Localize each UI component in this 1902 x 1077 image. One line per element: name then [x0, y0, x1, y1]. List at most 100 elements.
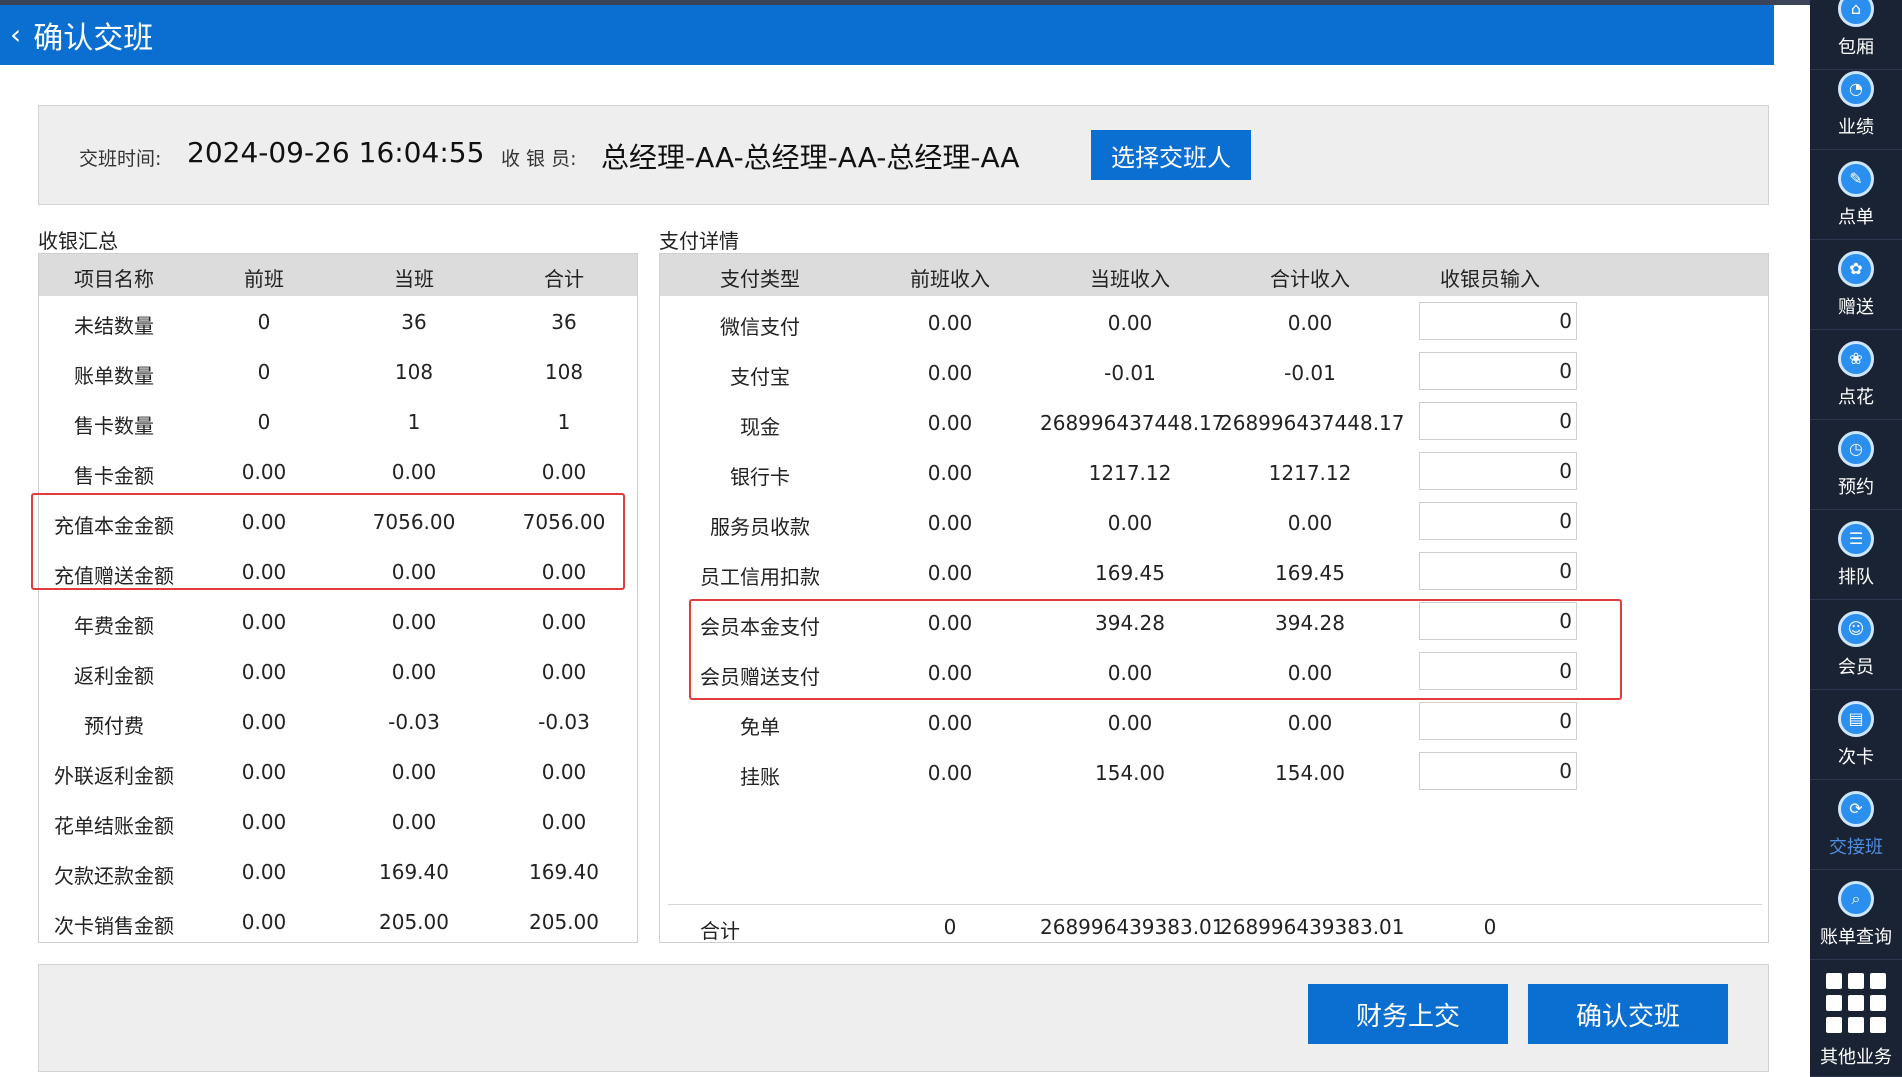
summary-cell: 0.00: [241, 760, 287, 784]
payment-cell: 0.00: [1107, 711, 1153, 735]
confirm-shift-button[interactable]: 确认交班: [1528, 984, 1728, 1044]
payment-header-3: 合计收入: [1270, 267, 1350, 291]
payment-cell: 169.45: [1275, 561, 1345, 585]
summary-cell: 预付费: [84, 714, 144, 738]
page-header: ‹ 确认交班: [0, 5, 1774, 65]
sidebar-item-label: 会员: [1838, 656, 1874, 678]
sidebar-item-label: 包厢: [1838, 36, 1874, 58]
summary-cell: 账单数量: [74, 364, 154, 388]
payment-cell: 154.00: [1275, 761, 1345, 785]
sidebar-item-shift[interactable]: ⟳ 交接班: [1810, 780, 1902, 870]
summary-header-3: 合计: [544, 267, 584, 291]
sidebar-item-member[interactable]: ☺ 会员: [1810, 600, 1902, 690]
summary-cell: 0.00: [541, 810, 587, 834]
sidebar-item-label: 赠送: [1838, 296, 1874, 318]
summary-cell: 0.00: [541, 660, 587, 684]
payment-cell: 0.00: [1107, 311, 1153, 335]
payment-total-cell: 0: [1483, 915, 1497, 939]
grid-dot: [1826, 994, 1842, 1011]
back-icon[interactable]: ‹: [10, 21, 21, 49]
cashier-value: 总经理-AA-总经理-AA-总经理-AA: [601, 141, 1020, 174]
payment-cell: -0.01: [1284, 361, 1336, 385]
sidebar-item-label: 点花: [1838, 386, 1874, 408]
payment-cell: 现金: [740, 415, 780, 439]
payment-detail-table: 支付类型 前班收入 当班收入 合计收入 收银员输入 微信支付 0.00 0.00 0.00 0 支付…: [659, 253, 1769, 943]
summary-cell: 次卡销售金额: [54, 914, 174, 938]
sidebar-item-gift[interactable]: ✿ 赠送: [1810, 240, 1902, 330]
payment-cell: 免单: [740, 715, 780, 739]
sidebar-item-label: 其他业务: [1820, 1046, 1892, 1068]
summary-cell: 0: [257, 310, 271, 334]
summary-cell: 未结数量: [74, 314, 154, 338]
flower-icon: ❀: [1838, 340, 1874, 377]
sidebar-item-bill-search[interactable]: ⌕ 账单查询: [1810, 870, 1902, 960]
sidebar-item-pie-chart[interactable]: ◔ 业绩: [1810, 60, 1902, 150]
cashier-input[interactable]: 0: [1419, 302, 1577, 340]
grid-dot: [1826, 1016, 1842, 1033]
payment-header-2: 当班收入: [1090, 267, 1170, 291]
sidebar-item-queue[interactable]: ☰ 排队: [1810, 510, 1902, 600]
summary-cell: 0.00: [241, 910, 287, 934]
summary-cell: 0.00: [241, 710, 287, 734]
summary-cell: 售卡金额: [74, 464, 154, 488]
summary-cell: 外联返利金额: [54, 764, 174, 788]
payment-cell: 268996437448.17: [1040, 411, 1225, 435]
summary-cell: -0.03: [388, 710, 440, 734]
payment-title: 支付详情: [659, 229, 739, 253]
sidebar-item-flower[interactable]: ❀ 点花: [1810, 330, 1902, 420]
summary-cell: 0.00: [541, 460, 587, 484]
action-bar: 财务上交 确认交班: [38, 964, 1769, 1072]
sidebar-item-card[interactable]: ▤ 次卡: [1810, 690, 1902, 780]
payment-cell: 银行卡: [730, 465, 790, 489]
payment-header-4: 收银员输入: [1440, 267, 1540, 291]
payment-cell: 154.00: [1095, 761, 1165, 785]
gift-icon: ✿: [1838, 250, 1874, 287]
cashier-input[interactable]: 0: [1419, 752, 1577, 790]
grid-icon: [1826, 972, 1886, 1033]
payment-cell: 0.00: [1287, 511, 1333, 535]
summary-cell: 0.00: [541, 760, 587, 784]
summary-cell: 0.00: [241, 860, 287, 884]
shift-time-value: 2024-09-26 16:04:55: [187, 136, 485, 169]
grid-dot: [1870, 1016, 1886, 1033]
summary-cell: 0.00: [241, 810, 287, 834]
cashier-input[interactable]: 0: [1419, 502, 1577, 540]
sidebar-item-label: 点单: [1838, 206, 1874, 228]
payment-cell: 0.00: [927, 411, 973, 435]
payment-cell: 0.00: [927, 711, 973, 735]
card-icon: ▤: [1838, 700, 1874, 737]
cashier-input[interactable]: 0: [1419, 402, 1577, 440]
summary-cell: 1: [407, 410, 421, 434]
cashier-input[interactable]: 0: [1419, 552, 1577, 590]
summary-cell: 花单结账金额: [54, 814, 174, 838]
summary-cell: 0.00: [391, 460, 437, 484]
sidebar-item-grid[interactable]: 其他业务: [1810, 965, 1902, 1077]
payment-cell: 0.00: [927, 511, 973, 535]
right-sidebar: ⌂ 包厢 ◔ 业绩 ✎ 点单 ✿ 赠送 ❀ 点花 ◷ 预约 ☰ 排队 ☺ 会员 ▤ 次卡 ⟳ 交接班 ⌕ 账单查询 其他业务: [1810, 0, 1902, 1077]
sidebar-item-order[interactable]: ✎ 点单: [1810, 150, 1902, 240]
payment-cell: 员工信用扣款: [700, 565, 820, 589]
cashier-input[interactable]: 0: [1419, 452, 1577, 490]
payment-total-cell: 合计: [700, 919, 740, 943]
payment-cell: 0.00: [1287, 311, 1333, 335]
payment-cell: 169.45: [1095, 561, 1165, 585]
sidebar-item-label: 排队: [1838, 566, 1874, 588]
payment-cell: 支付宝: [730, 365, 790, 389]
summary-cell: 返利金额: [74, 664, 154, 688]
grid-dot: [1870, 994, 1886, 1011]
cashier-input[interactable]: 0: [1419, 702, 1577, 740]
payment-total-cell: 268996439383.01: [1040, 915, 1225, 939]
cashier-input[interactable]: 0: [1419, 352, 1577, 390]
shift-time-label: 交班时间:: [79, 148, 162, 170]
summary-cell: 0.00: [391, 810, 437, 834]
sidebar-item-label: 业绩: [1838, 116, 1874, 138]
grid-dot: [1848, 972, 1864, 989]
summary-header-2: 当班: [394, 267, 434, 291]
payment-cell: 微信支付: [720, 315, 800, 339]
sidebar-item-booking[interactable]: ◷ 预约: [1810, 420, 1902, 510]
payment-header-0: 支付类型: [720, 267, 800, 291]
finance-submit-button[interactable]: 财务上交: [1308, 984, 1508, 1044]
order-icon: ✎: [1838, 160, 1874, 197]
choose-shift-person-button[interactable]: 选择交班人: [1091, 130, 1251, 180]
summary-cell: 0.00: [241, 660, 287, 684]
